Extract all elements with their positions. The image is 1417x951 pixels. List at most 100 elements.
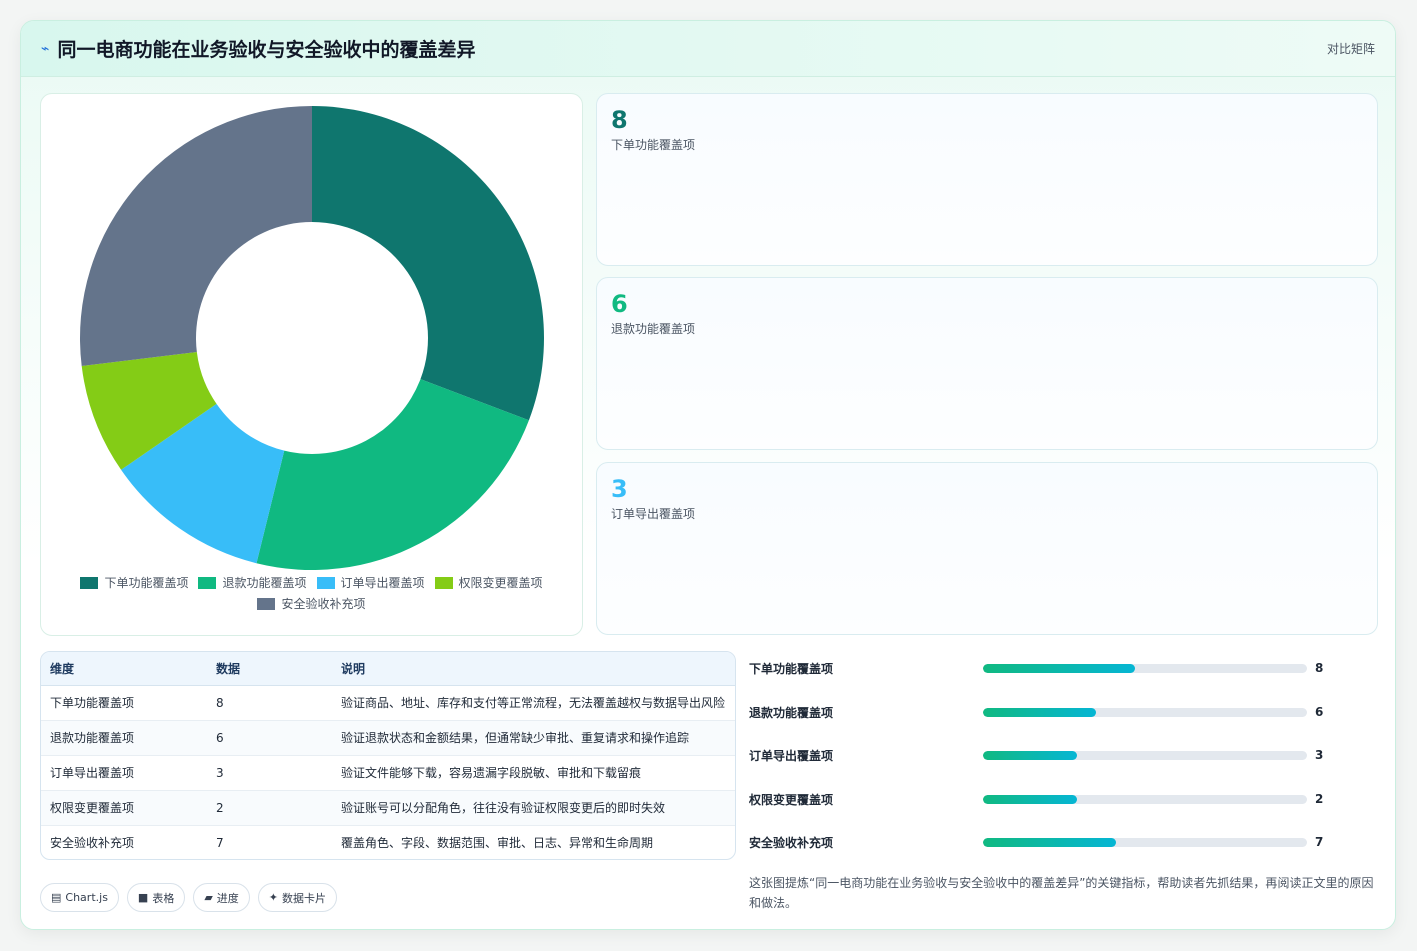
table-cell: 退款功能覆盖项 [41,720,207,756]
legend-item[interactable]: 权限变更覆盖项 [434,574,543,591]
donut-slice-1[interactable] [312,106,544,421]
bar-track [983,663,1307,673]
legend-label: 安全验收补充项 [281,597,366,611]
chip-label: 进度 [216,891,239,905]
progress-icon: ▰ [204,891,213,904]
legend-label: 订单导出覆盖项 [340,576,425,590]
chip[interactable]: ▤ Chart.js [40,883,119,912]
data-table: 维度 数据 说明 下单功能覆盖项 8 验证商品、地址、库存和支付等正常流程，无法覆盖越权… [40,651,736,860]
donut-slice-2[interactable] [256,379,529,570]
table-body: 下单功能覆盖项 8 验证商品、地址、库存和支付等正常流程，无法覆盖越权与数据导出风险… [41,685,735,859]
bar-fill [983,707,1097,717]
bar-row: 订单导出覆盖项 3 [749,745,1379,765]
legend-item[interactable]: 下单功能覆盖项 [80,574,188,591]
table-cell: 验证账号可以分配角色，往往没有验证权限变更后的即时失效 [332,790,735,826]
legend-item[interactable]: 安全验收补充项 [257,595,366,612]
table-cell: 权限变更覆盖项 [41,790,207,826]
bar-value: 7 [1315,835,1324,849]
bar-track [983,794,1307,804]
stat-label: 退款功能覆盖项 [611,322,696,336]
stat-label: 下单功能覆盖项 [611,138,696,152]
bar-fill [983,837,1116,847]
table-cell: 下单功能覆盖项 [41,685,207,721]
table-cell: 验证文件能够下载，容易遗漏字段脱敏、审批和下载留痕 [332,755,735,791]
legend-swatch [434,576,453,589]
table-cell: 3 [207,755,332,791]
table-cell: 安全验收补充项 [50,836,135,851]
stat-value: 3 [611,475,628,503]
title-wrap: ⌁ 同一电商功能在业务验收与安全验收中的覆盖差异 [41,35,475,62]
table-row: 下单功能覆盖项 8 验证商品、地址、库存和支付等正常流程，无法覆盖越权与数据导出风险 [41,685,735,721]
bar-label: 权限变更覆盖项 [749,792,834,807]
bar-row: 下单功能覆盖项 8 [749,658,1379,678]
bar-fill [983,750,1077,760]
legend-label: 退款功能覆盖项 [222,576,307,590]
bar-track [983,707,1307,717]
stat-card: 6 退款功能覆盖项 [596,277,1378,450]
bar-label: 安全验收补充项 [749,835,834,850]
legend-item[interactable]: 退款功能覆盖项 [198,574,307,591]
table-header-cell: 数据 [207,652,332,686]
bar-fill [983,663,1136,673]
legend-item[interactable]: 订单导出覆盖项 [316,574,425,591]
table-cell: 覆盖角色、字段、数据范围、审批、日志、异常和生命周期 [341,836,654,851]
stat-value: 6 [611,290,628,318]
bar-value: 2 [1315,792,1324,806]
matrix-label: 对比矩阵 [1326,42,1375,56]
bar-value: 6 [1315,705,1324,719]
table-cell: 验证商品、地址、库存和支付等正常流程，无法覆盖越权与数据导出风险 [332,685,735,721]
table-icon: ■ [137,891,149,904]
progress-bars: 下单功能覆盖项 8 退款功能覆盖项 6 订单导出覆盖项 3 权限变更覆盖项 2 安全验收补充项 7 [749,651,1379,866]
header: ⌁ 同一电商功能在业务验收与安全验收中的覆盖差异 对比矩阵 [21,21,1395,77]
bar-label: 订单导出覆盖项 [749,748,834,763]
spark-icon: ⌁ [41,40,50,57]
card-icon: ✦ [268,891,279,904]
chip[interactable]: ✦ 数据卡片 [257,883,338,912]
bar-row: 退款功能覆盖项 6 [749,702,1379,722]
dashboard-card: ⌁ 同一电商功能在业务验收与安全验收中的覆盖差异 对比矩阵 下单功能覆盖项 退款功… [20,20,1396,930]
bar-label: 退款功能覆盖项 [749,705,834,720]
tech-chips: ▤ Chart.js ■ 表格 ▰ 进度 ✦ 数据卡片 [40,883,338,912]
table-cell: 8 [207,685,332,721]
chip[interactable]: ▰ 进度 [193,883,250,912]
chart-icon: ▤ [51,891,62,904]
legend-swatch [257,597,276,610]
table-row: 权限变更覆盖项 2 验证账号可以分配角色，往往没有验证权限变更后的即时失效 [41,790,735,826]
donut-chart [79,106,544,570]
donut-panel: 下单功能覆盖项 退款功能覆盖项 订单导出覆盖项 权限变更覆盖项安全验收补充项 [40,93,583,636]
legend-label: 权限变更覆盖项 [458,576,543,590]
chip-label: 表格 [152,891,175,905]
table-cell: 2 [207,790,332,826]
table-row: 安全验收补充项 7 覆盖角色、字段、数据范围、审批、日志、异常和生命周期 [41,825,735,859]
legend-swatch [316,576,335,589]
table-header-cell: 维度 [41,652,207,686]
bar-label: 下单功能覆盖项 [749,661,834,676]
bar-value: 8 [1315,661,1324,675]
bar-track [983,750,1307,760]
chip-label: 数据卡片 [282,891,327,905]
table-cell: 7 [216,835,224,850]
table-header-row: 维度 数据 说明 [41,652,735,686]
table-row: 退款功能覆盖项 6 验证退款状态和金额结果，但通常缺少审批、重复请求和操作追踪 [41,720,735,756]
bar-track [983,837,1307,847]
bar-fill [983,794,1077,804]
stat-card: 3 订单导出覆盖项 [596,462,1378,635]
bar-value: 3 [1315,748,1324,762]
table-header-cell: 说明 [332,652,735,686]
table-cell: 6 [207,720,332,756]
legend-swatch [198,576,217,589]
legend-swatch [80,576,99,589]
chip-label: Chart.js [65,891,108,904]
table-cell: 订单导出覆盖项 [41,755,207,791]
donut-slice-5[interactable] [79,106,312,366]
chart-legend: 下单功能覆盖项 退款功能覆盖项 订单导出覆盖项 权限变更覆盖项安全验收补充项 [41,574,582,612]
table-cell: 验证退款状态和金额结果，但通常缺少审批、重复请求和操作追踪 [332,720,735,756]
stat-value: 8 [611,106,628,134]
bar-row: 安全验收补充项 7 [749,832,1379,852]
legend-label: 下单功能覆盖项 [104,576,189,590]
summary-note: 这张图提炼“同一电商功能在业务验收与安全验收中的覆盖差异”的关键指标，帮助读者先… [749,876,1374,910]
page-title: 同一电商功能在业务验收与安全验收中的覆盖差异 [57,39,476,61]
stat-card: 8 下单功能覆盖项 [596,93,1378,266]
table-row: 订单导出覆盖项 3 验证文件能够下载，容易遗漏字段脱敏、审批和下载留痕 [41,755,735,791]
chip[interactable]: ■ 表格 [126,883,186,912]
